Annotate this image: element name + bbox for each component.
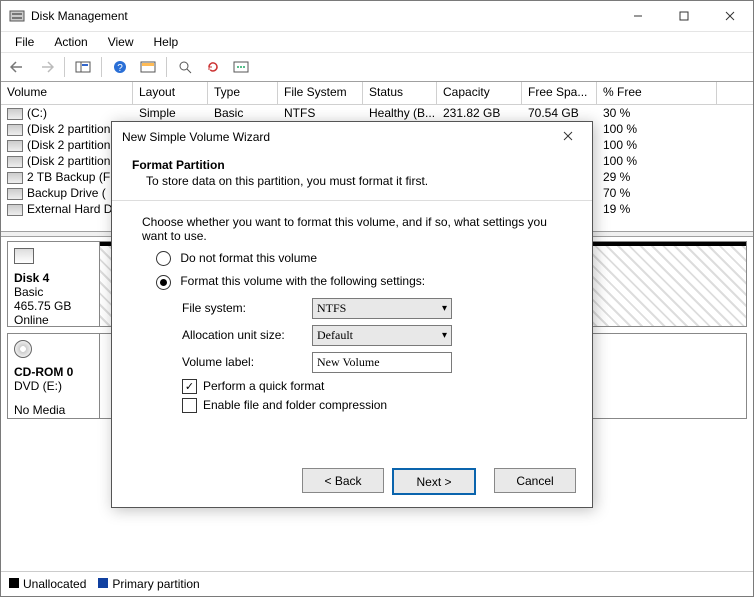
col-free[interactable]: Free Spa... xyxy=(522,82,597,104)
wizard-close-button[interactable] xyxy=(554,130,582,144)
svg-text:?: ? xyxy=(117,63,123,74)
radio-do-not-format[interactable]: Do not format this volume xyxy=(156,251,562,266)
minimize-button[interactable] xyxy=(615,1,661,31)
col-type[interactable]: Type xyxy=(208,82,278,104)
disk-state: Online xyxy=(14,313,93,327)
wizard-prompt: Choose whether you want to format this v… xyxy=(142,215,562,243)
cdrom-icon xyxy=(14,340,32,358)
new-volume-wizard: New Simple Volume Wizard Format Partitio… xyxy=(111,121,593,508)
radio-label: Do not format this volume xyxy=(180,251,317,265)
window-title: Disk Management xyxy=(31,9,615,23)
chevron-down-icon: ▾ xyxy=(442,330,447,341)
checkbox-label: Perform a quick format xyxy=(203,379,324,393)
chevron-down-icon: ▾ xyxy=(442,303,447,314)
cancel-button[interactable]: Cancel xyxy=(494,468,576,493)
radio-icon xyxy=(156,275,171,290)
label-file-system: File system: xyxy=(182,301,312,315)
volume-icon xyxy=(7,140,23,152)
table-row[interactable]: (C:)SimpleBasicNTFSHealthy (B...231.82 G… xyxy=(1,105,753,121)
volume-icon xyxy=(7,188,23,200)
legend-unallocated: Unallocated xyxy=(9,577,86,591)
radio-format-with-settings[interactable]: Format this volume with the following se… xyxy=(156,274,562,289)
back-button[interactable]: < Back xyxy=(302,468,384,493)
menu-action[interactable]: Action xyxy=(46,33,95,51)
wizard-subheading: To store data on this partition, you mus… xyxy=(146,174,572,188)
wizard-heading: Format Partition xyxy=(132,158,225,172)
menu-file[interactable]: File xyxy=(7,33,42,51)
volume-list-header: Volume Layout Type File System Status Ca… xyxy=(1,82,753,105)
checkbox-icon: ✓ xyxy=(182,379,197,394)
volume-icon xyxy=(7,156,23,168)
search-icon[interactable] xyxy=(172,55,198,79)
titlebar: Disk Management xyxy=(1,1,753,32)
refresh-icon[interactable] xyxy=(200,55,226,79)
properties-icon[interactable] xyxy=(228,55,254,79)
settings-top-icon[interactable] xyxy=(135,55,161,79)
checkbox-compression[interactable]: Enable file and folder compression xyxy=(182,398,562,413)
menu-help[interactable]: Help xyxy=(146,33,187,51)
radio-label: Format this volume with the following se… xyxy=(180,274,425,288)
disk-icon xyxy=(14,248,34,264)
col-status[interactable]: Status xyxy=(363,82,437,104)
disk-mgmt-icon xyxy=(9,8,25,24)
legend-primary: Primary partition xyxy=(98,577,199,591)
maximize-button[interactable] xyxy=(661,1,707,31)
allocation-size-select[interactable]: Default▾ xyxy=(312,325,452,346)
label-allocation-size: Allocation unit size: xyxy=(182,328,312,342)
col-pctfree[interactable]: % Free xyxy=(597,82,717,104)
toolbar: ? xyxy=(1,52,753,82)
checkbox-label: Enable file and folder compression xyxy=(203,398,387,412)
legend: Unallocated Primary partition xyxy=(1,571,753,596)
checkbox-icon xyxy=(182,398,197,413)
wizard-header: Format Partition To store data on this p… xyxy=(112,152,592,201)
menubar: File Action View Help xyxy=(1,32,753,52)
col-capacity[interactable]: Capacity xyxy=(437,82,522,104)
menu-view[interactable]: View xyxy=(100,33,142,51)
radio-icon xyxy=(156,251,171,266)
forward-icon[interactable] xyxy=(33,55,59,79)
wizard-title: New Simple Volume Wizard xyxy=(122,130,554,144)
volume-icon xyxy=(7,108,23,120)
checkbox-quick-format[interactable]: ✓ Perform a quick format xyxy=(182,379,562,394)
col-fs[interactable]: File System xyxy=(278,82,363,104)
disk-title: Disk 4 xyxy=(14,271,93,285)
file-system-select[interactable]: NTFS▾ xyxy=(312,298,452,319)
next-button[interactable]: Next > xyxy=(392,468,476,495)
col-volume[interactable]: Volume xyxy=(1,82,133,104)
disk-type: Basic xyxy=(14,285,93,299)
close-button[interactable] xyxy=(707,1,753,31)
disk-info: Disk 4 Basic 465.75 GB Online xyxy=(8,242,100,326)
volume-icon xyxy=(7,124,23,136)
back-icon[interactable] xyxy=(5,55,31,79)
help-icon[interactable]: ? xyxy=(107,55,133,79)
col-layout[interactable]: Layout xyxy=(133,82,208,104)
cdrom-type: DVD (E:) xyxy=(14,379,93,393)
cdrom-info: CD-ROM 0 DVD (E:) No Media xyxy=(8,334,100,418)
label-volume-label: Volume label: xyxy=(182,355,312,369)
volume-icon xyxy=(7,204,23,216)
volume-label-input[interactable] xyxy=(312,352,452,373)
disk-size: 465.75 GB xyxy=(14,299,93,313)
main-window: Disk Management File Action View Help ? … xyxy=(0,0,754,597)
volume-icon xyxy=(7,172,23,184)
cdrom-title: CD-ROM 0 xyxy=(14,365,93,379)
show-hide-tree-icon[interactable] xyxy=(70,55,96,79)
cdrom-state: No Media xyxy=(14,403,93,417)
